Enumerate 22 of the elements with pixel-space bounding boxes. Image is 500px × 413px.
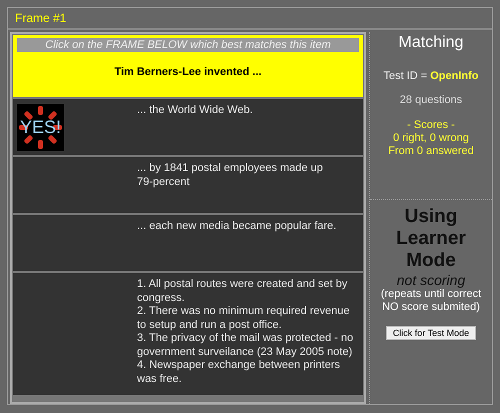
test-id-text: Test ID = OpenInfo [383, 70, 479, 83]
answer-text: ... each new media became popular fare. [137, 220, 338, 234]
answer-text: ... the World Wide Web. [137, 104, 254, 118]
answer-text: ... by 1841 postal employees made up 79-percent [137, 162, 324, 190]
mode-detail: (repeats until correct NO score submited) [380, 288, 482, 314]
scores-text: 0 right, 0 wrong [393, 132, 469, 145]
frame-title: Frame #1 [15, 11, 66, 25]
answered-text: From 0 answered [388, 145, 474, 158]
answer-frame[interactable]: ... by 1841 postal employees made up 79-percent [13, 157, 363, 213]
question-count: 28 questions [400, 94, 462, 107]
mode-note: not scoring [396, 272, 466, 288]
answer-frame[interactable] [13, 273, 363, 395]
answer-frame[interactable]: ... each new media became popular fare. [13, 215, 363, 271]
question-prompt: Tim Berners-Lee invented ... [113, 66, 263, 78]
answer-frame[interactable]: YES! ... the World Wide Web. [13, 99, 363, 155]
answer-text: 1. All postal routes were created and set by congress. 2. There was no minimum required revenue to setup and run a post office. 3. The privacy of the mail was protected - no government surveilance (23 May 2005 note) 4. Newspaper exchange between printers was free. [137, 278, 354, 386]
yes-badge: YES! [17, 104, 64, 151]
scores-heading: - Scores - [407, 119, 455, 132]
panel-heading: Matching [398, 34, 464, 52]
test-mode-button[interactable]: Click for Test Mode [386, 326, 476, 340]
instruction-text: Click on the FRAME BELOW which best matches this item [17, 38, 359, 52]
mode-title: Using Learner Mode [395, 206, 467, 272]
